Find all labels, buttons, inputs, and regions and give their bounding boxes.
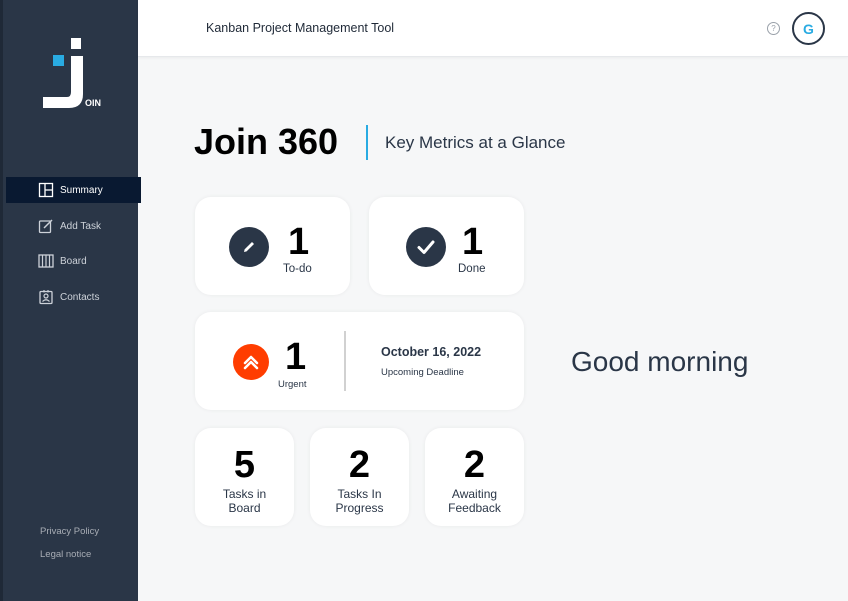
check-icon (406, 227, 446, 267)
awaiting-feedback-count: 2 (463, 444, 486, 486)
summary-icon (38, 182, 54, 198)
page-subtitle: Key Metrics at a Glance (385, 133, 566, 152)
logo-text: OIN (85, 98, 102, 108)
tasks-in-board-label: Tasks in Board (222, 487, 267, 515)
title-divider (366, 125, 368, 160)
urgent-count: 1 (285, 336, 307, 378)
sidebar-item-label: Board (60, 255, 87, 267)
privacy-policy-link[interactable]: Privacy Policy (40, 526, 99, 537)
contacts-icon (38, 289, 54, 305)
join-logo[interactable]: OIN (41, 36, 111, 112)
greeting: Good morning (571, 346, 749, 377)
sidebar-item-contacts[interactable]: Contacts (6, 284, 141, 310)
user-avatar[interactable]: G (792, 12, 825, 45)
tasks-in-board-count: 5 (233, 444, 256, 486)
sidebar: OIN Summary Add Task Board Contacts Priv… (0, 0, 141, 601)
todo-card[interactable]: 1 To-do (195, 197, 350, 295)
app-title: Kanban Project Management Tool (206, 21, 395, 35)
done-card[interactable]: 1 Done (369, 197, 524, 295)
legal-notice-link[interactable]: Legal notice (40, 549, 91, 560)
awaiting-feedback-card[interactable]: 2 Awaiting Feedback (425, 428, 524, 526)
deadline-label: Upcoming Deadline (381, 367, 464, 378)
tasks-in-progress-card[interactable]: 2 Tasks In Progress (310, 428, 409, 526)
sidebar-item-summary[interactable]: Summary (6, 177, 141, 203)
sidebar-item-label: Add Task (60, 220, 101, 232)
done-count: 1 (462, 221, 484, 263)
add-task-icon (38, 218, 54, 234)
urgent-label: Urgent (278, 379, 307, 390)
urgent-card[interactable]: 1 Urgent October 16, 2022 Upcoming Deadl… (195, 312, 524, 410)
card-divider (344, 331, 346, 391)
sidebar-item-add-task[interactable]: Add Task (6, 213, 141, 239)
tasks-in-board-card[interactable]: 5 Tasks in Board (195, 428, 294, 526)
help-icon[interactable]: ? (767, 22, 780, 35)
board-icon (38, 253, 54, 269)
page-title: Join 360 (194, 121, 339, 162)
tasks-in-progress-count: 2 (348, 444, 371, 486)
sidebar-item-board[interactable]: Board (6, 248, 141, 274)
todo-count: 1 (288, 221, 310, 263)
done-label: Done (458, 263, 486, 275)
awaiting-feedback-label: Awaiting Feedback (448, 487, 501, 515)
todo-label: To-do (283, 263, 312, 275)
urgent-priority-icon (233, 344, 269, 380)
deadline-date: October 16, 2022 (381, 345, 482, 359)
sidebar-item-label: Summary (60, 184, 103, 196)
pencil-icon (229, 227, 269, 267)
sidebar-item-label: Contacts (60, 291, 100, 303)
tasks-in-progress-label: Tasks In Progress (335, 487, 384, 515)
header: Kanban Project Management Tool ? G (138, 0, 848, 57)
